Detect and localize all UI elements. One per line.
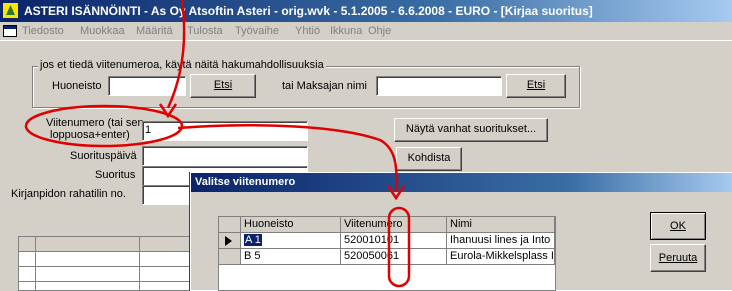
annotation-ellipse (24, 104, 184, 148)
annotation-arrow-down (166, 0, 186, 109)
annotation-column-box (387, 206, 411, 288)
annotation-arrow-right (177, 124, 398, 193)
annotation-overlay (24, 0, 411, 288)
